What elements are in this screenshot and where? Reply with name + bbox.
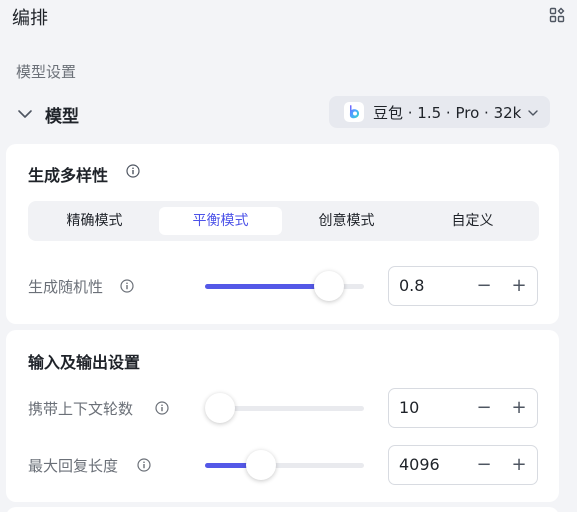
panel-title: 编排	[12, 8, 48, 29]
decrement-button[interactable]: −	[473, 275, 495, 297]
diversity-mode-selector: 精确模式 平衡模式 创意模式 自定义	[28, 201, 539, 241]
decrement-button[interactable]: −	[473, 454, 495, 476]
io-settings-title: 输入及输出设置	[28, 353, 141, 372]
panel-header: 编排	[0, 0, 577, 34]
doubao-logo-icon	[344, 102, 364, 122]
max-length-stepper: 4096 − +	[388, 445, 538, 485]
decrement-button[interactable]: −	[473, 397, 495, 419]
context-rounds-slider[interactable]	[205, 393, 364, 423]
context-rounds-label: 携带上下文轮数	[28, 400, 134, 418]
max-length-slider[interactable]	[205, 450, 364, 480]
model-label: 模型	[45, 107, 79, 127]
diversity-card: 生成多样性 精确模式 平衡模式 创意模式 自定义 生成随机性 0.8 − +	[6, 144, 559, 324]
stepper-value[interactable]: 10	[399, 398, 419, 417]
randomness-stepper: 0.8 − +	[388, 266, 538, 306]
model-row: 模型 豆包 · 1.5 · Pro · 32k	[0, 96, 577, 132]
mode-option-balanced[interactable]: 平衡模式	[159, 207, 282, 235]
mode-option-creative[interactable]: 创意模式	[285, 207, 408, 235]
io-settings-card: 输入及输出设置 携带上下文轮数 10 − + 最大回复长度 4096 − +	[6, 330, 559, 502]
slider-thumb[interactable]	[313, 271, 344, 301]
max-length-label: 最大回复长度	[28, 457, 119, 475]
info-icon[interactable]	[120, 279, 134, 293]
chevron-down-icon	[528, 110, 538, 116]
grid-layout-icon[interactable]	[549, 7, 565, 23]
slider-thumb[interactable]	[245, 450, 276, 480]
model-select[interactable]: 豆包 · 1.5 · Pro · 32k	[329, 96, 550, 128]
randomness-label: 生成随机性	[28, 278, 104, 296]
stepper-value[interactable]: 4096	[399, 455, 440, 474]
increment-button[interactable]: +	[508, 275, 530, 297]
diversity-title: 生成多样性	[28, 166, 109, 185]
info-icon[interactable]	[155, 401, 169, 415]
mode-option-custom[interactable]: 自定义	[411, 207, 534, 235]
increment-button[interactable]: +	[508, 454, 530, 476]
next-card	[6, 507, 559, 512]
slider-thumb[interactable]	[205, 393, 235, 423]
section-label-model-settings: 模型设置	[16, 63, 77, 81]
context-rounds-stepper: 10 − +	[388, 388, 538, 428]
model-name: 豆包 · 1.5 · Pro · 32k	[373, 104, 522, 122]
chevron-down-icon[interactable]	[17, 106, 33, 122]
slider-fill	[205, 284, 329, 289]
info-icon[interactable]	[137, 458, 151, 472]
stepper-value[interactable]: 0.8	[399, 276, 424, 295]
info-icon[interactable]	[126, 164, 140, 178]
mode-option-precise[interactable]: 精确模式	[33, 207, 156, 235]
randomness-slider[interactable]	[205, 271, 364, 301]
increment-button[interactable]: +	[508, 397, 530, 419]
